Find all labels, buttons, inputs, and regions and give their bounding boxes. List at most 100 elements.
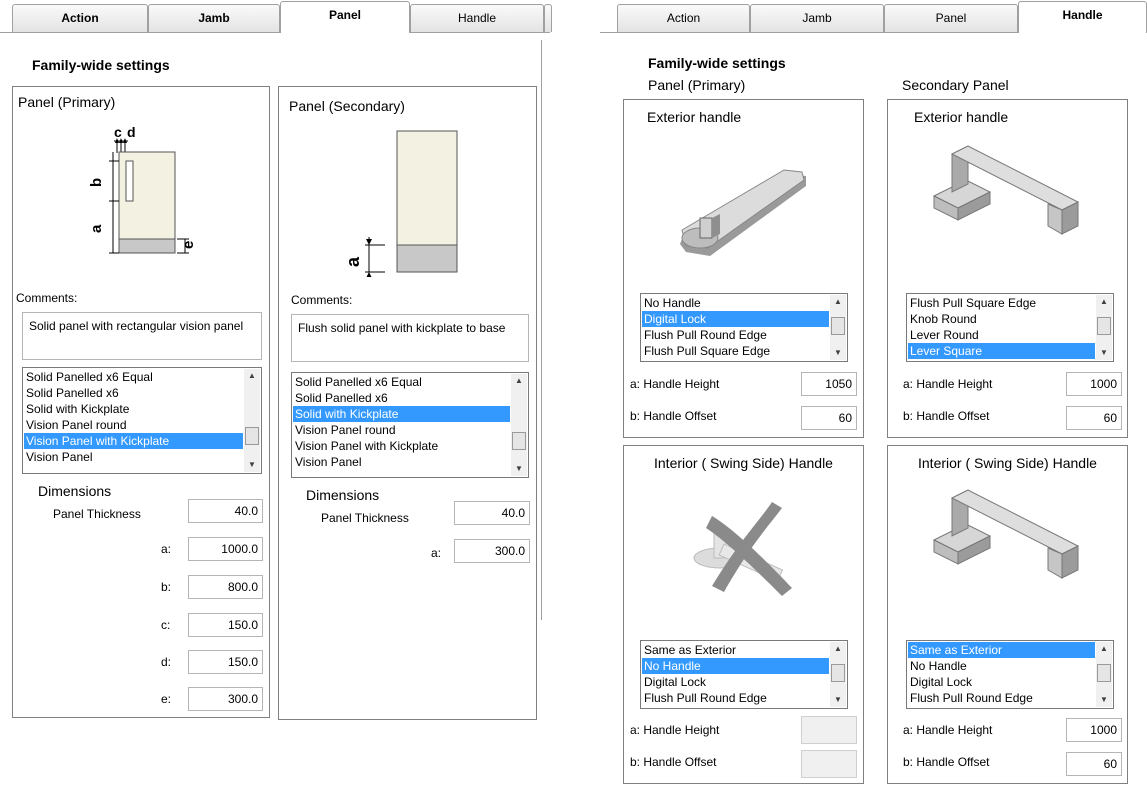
- tab-handle[interactable]: Handle: [1018, 1, 1147, 33]
- panel-type-listbox[interactable]: Solid Panelled x6 Equal Solid Panelled x6…: [291, 372, 529, 478]
- list-item[interactable]: Solid with Kickplate: [293, 406, 510, 422]
- scroll-up-icon[interactable]: ▲: [1096, 295, 1112, 309]
- handle-offset-input[interactable]: 60: [1066, 752, 1122, 776]
- scroll-thumb[interactable]: [1097, 317, 1111, 335]
- list-item[interactable]: Flush Pull Square Edge: [908, 295, 1095, 311]
- dim-b-input[interactable]: 800.0: [188, 575, 263, 599]
- scroll-down-icon[interactable]: ▼: [244, 458, 260, 472]
- scroll-down-icon[interactable]: ▼: [830, 346, 846, 360]
- scroll-down-icon[interactable]: ▼: [1096, 346, 1112, 360]
- digital-lock-icon: [680, 169, 806, 256]
- tab-handle[interactable]: Handle: [410, 4, 544, 32]
- list-item[interactable]: Vision Panel round: [293, 422, 510, 438]
- list-item[interactable]: Flush Pull Square Edge: [642, 343, 829, 359]
- list-item[interactable]: Digital Lock: [642, 674, 829, 690]
- list-item[interactable]: Vision Panel round: [24, 417, 243, 433]
- handle-offset-input[interactable]: [801, 750, 857, 778]
- list-item[interactable]: Solid Panelled x6 Equal: [293, 374, 510, 390]
- listbox-items: Solid Panelled x6 Equal Solid Panelled x6…: [24, 369, 243, 465]
- dim-a-label: a:: [431, 546, 442, 560]
- list-item[interactable]: Same as Exterior: [642, 642, 829, 658]
- diagram-label-e: e: [180, 241, 193, 249]
- secondary-panel-diagram: a: [343, 130, 458, 277]
- tab-jamb[interactable]: Jamb: [148, 4, 280, 32]
- list-item[interactable]: Vision Panel with Kickplate: [293, 438, 510, 454]
- list-item[interactable]: Solid Panelled x6: [293, 390, 510, 406]
- scrollbar[interactable]: ▲ ▼: [511, 374, 527, 476]
- panel-type-listbox[interactable]: Solid Panelled x6 Equal Solid Panelled x6…: [22, 367, 262, 474]
- tab-baseline: [0, 32, 280, 33]
- scroll-up-icon[interactable]: ▲: [830, 642, 846, 656]
- handle-offset-label: b: Handle Offset: [630, 409, 717, 423]
- diagram-label-b: b: [88, 178, 105, 187]
- scrollbar[interactable]: ▲ ▼: [1096, 295, 1112, 360]
- diagram-label-a: a: [343, 256, 363, 267]
- dim-d-input[interactable]: 150.0: [188, 650, 263, 674]
- dim-c-input[interactable]: 150.0: [188, 613, 263, 637]
- scroll-up-icon[interactable]: ▲: [244, 369, 260, 383]
- list-item[interactable]: Digital Lock: [642, 311, 829, 327]
- scroll-thumb[interactable]: [831, 317, 845, 335]
- list-item[interactable]: Solid Panelled x6 Equal: [24, 369, 243, 385]
- lever-square-icon: [932, 489, 1080, 579]
- panel-thickness-label: Panel Thickness: [53, 507, 141, 521]
- scroll-up-icon[interactable]: ▲: [511, 374, 527, 388]
- list-item[interactable]: No Handle: [642, 295, 829, 311]
- dim-e-input[interactable]: 300.0: [188, 687, 263, 711]
- list-item[interactable]: Vision Panel with Kickplate: [24, 433, 243, 449]
- tab-panel[interactable]: Panel: [280, 1, 410, 33]
- panel-thickness-input[interactable]: 40.0: [454, 501, 530, 525]
- panel-thickness-input[interactable]: 40.0: [188, 499, 263, 523]
- handle-type-listbox[interactable]: Same as Exterior No Handle Digital Lock Flu…: [640, 640, 848, 709]
- handle-offset-input[interactable]: 60: [1066, 406, 1122, 430]
- handle-type-listbox[interactable]: No Handle Digital Lock Flush Pull Round Ed…: [640, 293, 848, 362]
- list-item[interactable]: Digital Lock: [908, 674, 1095, 690]
- comments-field[interactable]: Flush solid panel with kickplate to base: [291, 314, 529, 362]
- scroll-up-icon[interactable]: ▲: [830, 295, 846, 309]
- tab-baseline: [410, 32, 550, 33]
- scroll-thumb[interactable]: [1097, 664, 1111, 682]
- list-item[interactable]: Lever Round: [908, 327, 1095, 343]
- list-item[interactable]: No Handle: [908, 658, 1095, 674]
- list-item[interactable]: Flush Pull Round Edge: [908, 690, 1095, 706]
- handle-offset-label: b: Handle Offset: [903, 755, 990, 769]
- handle-height-input[interactable]: [801, 716, 857, 744]
- list-item[interactable]: Knob Round: [908, 311, 1095, 327]
- tab-action[interactable]: Action: [12, 4, 148, 32]
- list-item[interactable]: Flush Pull Round Edge: [642, 327, 829, 343]
- list-item[interactable]: Vision Panel: [293, 454, 510, 470]
- list-item[interactable]: No Handle: [642, 658, 829, 674]
- scrollbar[interactable]: ▲ ▼: [244, 369, 260, 472]
- scrollbar[interactable]: ▲ ▼: [1096, 642, 1112, 707]
- scroll-thumb[interactable]: [245, 427, 259, 445]
- scroll-thumb[interactable]: [512, 432, 526, 450]
- scroll-up-icon[interactable]: ▲: [1096, 642, 1112, 656]
- scrollbar[interactable]: ▲ ▼: [830, 295, 846, 360]
- tab-action[interactable]: Action: [617, 4, 750, 32]
- scroll-down-icon[interactable]: ▼: [1096, 693, 1112, 707]
- handle-height-input[interactable]: 1050: [801, 372, 857, 396]
- tab-jamb[interactable]: Jamb: [750, 4, 884, 32]
- dim-a-input[interactable]: 1000.0: [188, 537, 263, 561]
- handle-type-listbox[interactable]: Same as Exterior No Handle Digital Lock Flu…: [906, 640, 1114, 709]
- listbox-items: Same as Exterior No Handle Digital Lock Flu…: [642, 642, 829, 706]
- list-item[interactable]: Solid with Kickplate: [24, 401, 243, 417]
- list-item[interactable]: Flush Pull Round Edge: [642, 690, 829, 706]
- list-item[interactable]: Same as Exterior: [908, 642, 1095, 658]
- scroll-thumb[interactable]: [831, 664, 845, 682]
- list-item[interactable]: Lever Square: [908, 343, 1095, 359]
- list-item[interactable]: Vision Panel: [24, 449, 243, 465]
- handle-height-input[interactable]: 1000: [1066, 718, 1122, 742]
- handle-height-input[interactable]: 1000: [1066, 372, 1122, 396]
- handle-type-listbox[interactable]: Flush Pull Square Edge Knob Round Lever Ro…: [906, 293, 1114, 362]
- scroll-down-icon[interactable]: ▼: [511, 462, 527, 476]
- tab-panel[interactable]: Panel: [884, 4, 1018, 32]
- list-item[interactable]: Solid Panelled x6: [24, 385, 243, 401]
- dim-a-input[interactable]: 300.0: [454, 539, 530, 563]
- comments-field[interactable]: Solid panel with rectangular vision pane…: [22, 312, 262, 360]
- handle-height-label: a: Handle Height: [630, 723, 720, 737]
- handle-offset-input[interactable]: 60: [801, 406, 857, 430]
- scroll-down-icon[interactable]: ▼: [830, 693, 846, 707]
- scrollbar[interactable]: ▲ ▼: [830, 642, 846, 707]
- group-title: Interior ( Swing Side) Handle: [918, 455, 1097, 471]
